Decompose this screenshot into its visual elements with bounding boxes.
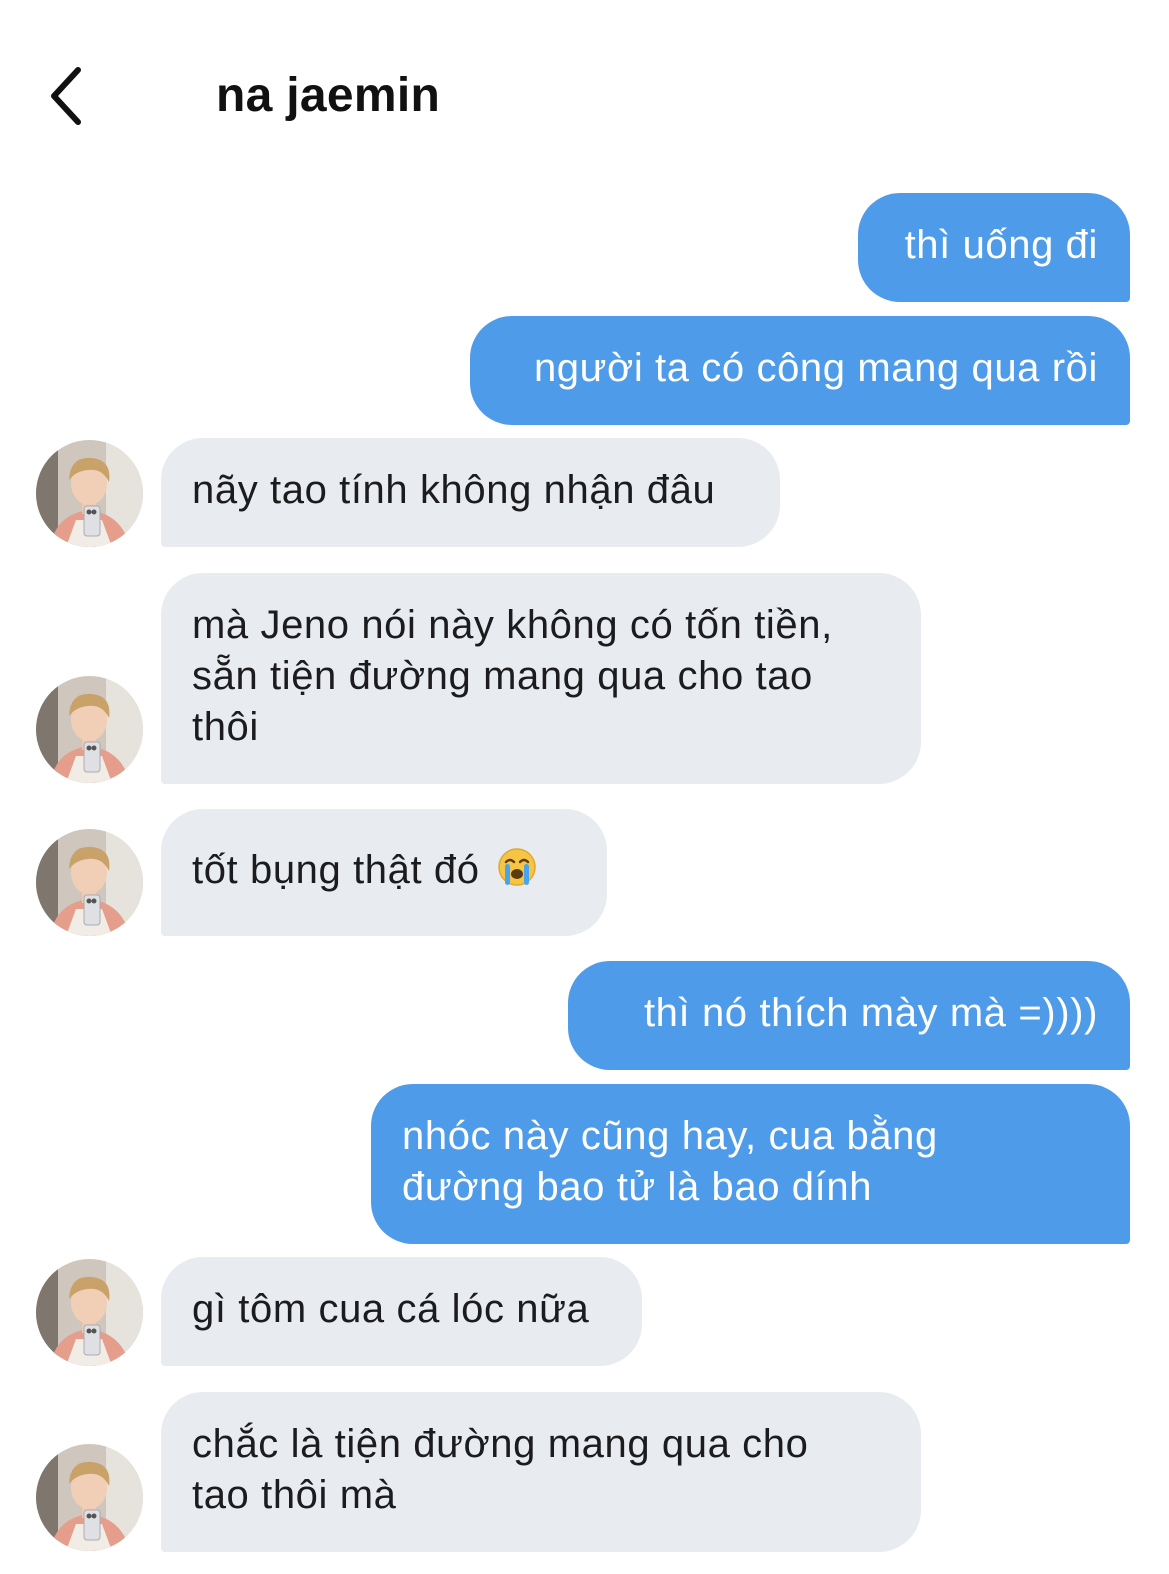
loudly-crying-face-emoji (497, 847, 537, 900)
outgoing-message-bubble[interactable]: người ta có công mang qua rồi (470, 316, 1130, 425)
contact-avatar[interactable] (36, 1259, 143, 1366)
incoming-message-bubble[interactable]: nãy tao tính không nhận đâu (161, 438, 780, 547)
message-text-line: đường bao tử là bao dính (402, 1165, 873, 1209)
incoming-message-bubble[interactable]: chắc là tiện đường mang qua cho tao thôi… (161, 1392, 921, 1552)
back-button[interactable] (36, 60, 96, 132)
outgoing-message-bubble[interactable]: thì uống đi (858, 193, 1130, 302)
contact-photo (36, 1259, 143, 1366)
message-text: tốt bụng thật đó (192, 848, 480, 892)
message-text-line: nhóc này cũng hay, cua bằng (402, 1114, 938, 1158)
message-text-line: chắc là tiện đường mang qua cho (192, 1422, 809, 1466)
chat-header: na jaemin (0, 0, 1169, 170)
contact-avatar[interactable] (36, 829, 143, 936)
message-text-line: thôi (192, 705, 259, 749)
incoming-message-bubble[interactable]: mà Jeno nói này không có tốn tiền, sẵn t… (161, 573, 921, 784)
contact-photo (36, 676, 143, 783)
message-text: nãy tao tính không nhận đâu (192, 468, 716, 512)
message-text-line: mà Jeno nói này không có tốn tiền, (192, 603, 833, 647)
message-text-line: tao thôi mà (192, 1473, 397, 1517)
message-text: thì uống đi (904, 223, 1098, 267)
contact-photo (36, 1444, 143, 1551)
contact-avatar[interactable] (36, 1444, 143, 1551)
contact-avatar[interactable] (36, 676, 143, 783)
conversation-title[interactable]: na jaemin (216, 68, 440, 123)
outgoing-message-bubble[interactable]: thì nó thích mày mà =)))) (568, 961, 1130, 1070)
chevron-left-icon (51, 67, 81, 125)
contact-photo (36, 829, 143, 936)
chat-screen: na jaemin thì uống đi người ta có công m… (0, 0, 1169, 1574)
message-text: gì tôm cua cá lóc nữa (192, 1287, 590, 1331)
incoming-message-bubble[interactable]: tốt bụng thật đó (161, 809, 607, 936)
contact-avatar[interactable] (36, 440, 143, 547)
incoming-message-bubble[interactable]: gì tôm cua cá lóc nữa (161, 1257, 642, 1366)
contact-photo (36, 440, 143, 547)
outgoing-message-bubble[interactable]: nhóc này cũng hay, cua bằng đường bao tử… (371, 1084, 1130, 1244)
message-text: thì nó thích mày mà =)))) (643, 991, 1098, 1035)
message-text-line: sẵn tiện đường mang qua cho tao (192, 654, 813, 698)
message-text: người ta có công mang qua rồi (533, 346, 1098, 390)
